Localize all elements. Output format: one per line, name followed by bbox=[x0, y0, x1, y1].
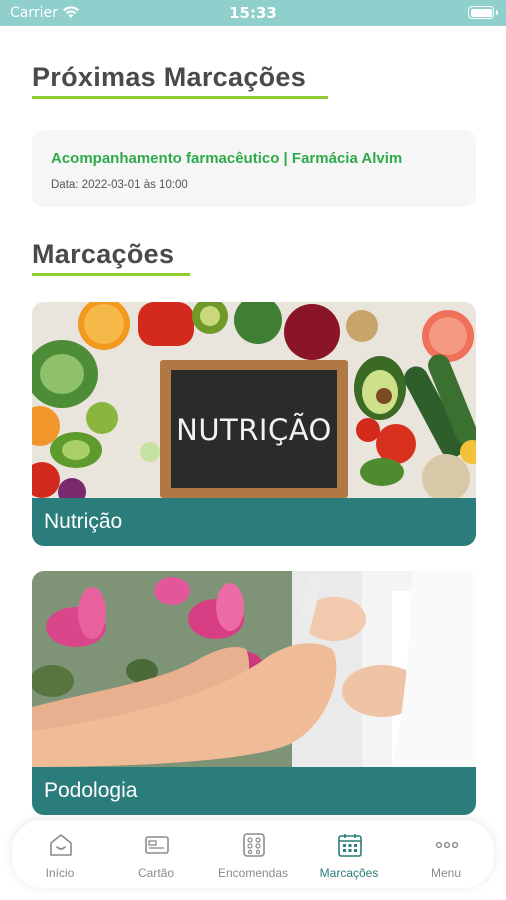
battery-icon bbox=[468, 6, 498, 19]
nav-label-menu: Menu bbox=[430, 866, 462, 880]
appointment-date: Data: 2022-03-01 às 10:00 bbox=[51, 179, 188, 191]
orders-icon bbox=[243, 833, 265, 857]
service-label-nutricao: Nutrição bbox=[32, 498, 476, 546]
nav-item-menu[interactable]: Menu bbox=[398, 820, 494, 888]
calendar-icon bbox=[338, 834, 362, 857]
nav-label-marcacoes: Marcações bbox=[319, 866, 379, 880]
nav-item-inicio[interactable]: Início bbox=[12, 820, 108, 888]
nav-item-encomendas[interactable]: Encomendas bbox=[205, 820, 301, 888]
status-bar: Carrier 15:33 bbox=[0, 0, 506, 26]
nav-label-cartao: Cartão bbox=[137, 866, 175, 880]
chalkboard-text: NUTRIÇÃO bbox=[176, 413, 332, 447]
bookings-title: Marcações bbox=[32, 239, 175, 269]
home-icon bbox=[50, 834, 72, 856]
upcoming-title: Próximas Marcações bbox=[32, 62, 307, 92]
podiatry-image bbox=[32, 571, 476, 767]
service-label-podologia: Podologia bbox=[32, 767, 476, 815]
nutrition-image: NUTRIÇÃO bbox=[32, 302, 476, 498]
appointment-card[interactable]: Acompanhamento farmacêutico | Farmácia A… bbox=[32, 130, 476, 207]
nav-item-marcacoes[interactable]: Marcações bbox=[301, 820, 397, 888]
nav-item-cartao[interactable]: Cartão bbox=[108, 820, 204, 888]
card-icon bbox=[145, 836, 169, 854]
upcoming-title-underline bbox=[32, 96, 328, 99]
appointment-title: Acompanhamento farmacêutico | Farmácia A… bbox=[51, 150, 403, 167]
clock: 15:33 bbox=[229, 4, 277, 22]
nav-label-inicio: Início bbox=[45, 866, 75, 880]
more-icon bbox=[435, 841, 459, 849]
service-card-podologia[interactable]: Podologia bbox=[32, 571, 476, 815]
service-card-nutricao[interactable]: NUTRIÇÃO Nutrição bbox=[32, 302, 476, 546]
bottom-nav: Início Cartão Encomendas Marcações Menu bbox=[12, 820, 494, 888]
bookings-title-underline bbox=[32, 273, 190, 276]
nav-label-encomendas: Encomendas bbox=[217, 866, 289, 880]
